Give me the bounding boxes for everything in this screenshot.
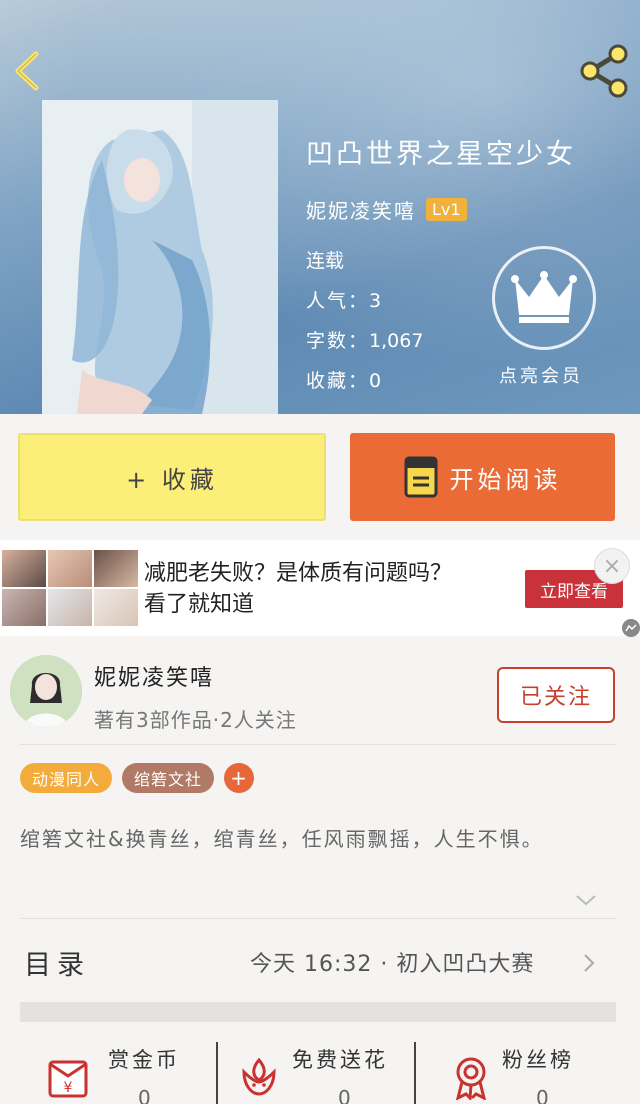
stat-popularity: 人气：3 xyxy=(306,286,381,313)
toc-label: 目录 xyxy=(24,950,90,981)
vip-label: 点亮会员 xyxy=(499,366,583,387)
start-reading-button[interactable]: 开始阅读 xyxy=(350,433,615,521)
start-reading-label: 开始阅读 xyxy=(449,465,562,494)
chevron-right-icon xyxy=(584,954,595,972)
book-title: 凹凸世界之星空少女 xyxy=(306,139,576,170)
fan-ranking-label: 粉丝榜 xyxy=(502,1048,574,1072)
book-icon xyxy=(404,456,437,498)
section-spacer xyxy=(20,1002,616,1022)
flower-icon xyxy=(242,1057,276,1096)
book-cover[interactable] xyxy=(42,100,278,414)
stat-label: 字数： xyxy=(306,330,370,352)
ad-subline: 看了就知道 xyxy=(144,592,255,617)
ad-close-icon[interactable]: × xyxy=(594,548,630,584)
author-card-summary: 著有3部作品·2人关注 xyxy=(94,708,297,732)
stat-label: 人气： xyxy=(306,290,370,312)
send-flower-label: 免费送花 xyxy=(292,1048,388,1072)
chevron-down-icon[interactable] xyxy=(574,892,598,908)
author-name[interactable]: 妮妮凌笑嘻 xyxy=(306,195,416,224)
divider xyxy=(216,1042,218,1104)
reward-coins-value: 0 xyxy=(138,1086,151,1104)
share-icon[interactable] xyxy=(578,44,632,98)
collect-label: + 收藏 xyxy=(126,465,218,494)
avatar-image xyxy=(10,655,82,727)
send-flower-value: 0 xyxy=(338,1086,351,1104)
stat-word-count: 字数：1,067 xyxy=(306,326,423,353)
fan-ranking-value: 0 xyxy=(536,1086,549,1104)
tag-list: 动漫同人 绾箬文社 + xyxy=(20,763,255,793)
cover-illustration xyxy=(42,100,278,414)
add-tag-button[interactable]: + xyxy=(224,763,255,793)
stat-value: 0 xyxy=(369,370,382,392)
vip-button[interactable]: 点亮会员 xyxy=(492,246,596,390)
stat-value: 3 xyxy=(369,290,382,312)
vip-ring xyxy=(492,246,596,350)
level-badge: Lv1 xyxy=(426,197,467,221)
svg-text:¥: ¥ xyxy=(64,1080,73,1096)
stat-value: 1,067 xyxy=(369,330,424,352)
author-card-name[interactable]: 妮妮凌笑嘻 xyxy=(94,660,214,692)
divider xyxy=(20,744,616,745)
stat-favorites: 收藏：0 xyxy=(306,366,381,393)
red-envelope-icon: ¥ xyxy=(48,1060,88,1098)
tag-item[interactable]: 绾箬文社 xyxy=(122,763,215,793)
reward-coins-label: 赏金币 xyxy=(108,1048,180,1072)
tag-item[interactable]: 动漫同人 xyxy=(20,763,113,793)
latest-chapter: 今天 16:32 · 初入凹凸大赛 xyxy=(250,952,535,977)
stat-label: 收藏： xyxy=(306,370,370,392)
serial-status: 连载 xyxy=(306,250,345,272)
fan-ranking-button[interactable]: 粉丝榜 0 xyxy=(448,1040,640,1104)
ad-mark-glyph xyxy=(625,624,637,632)
book-header: 凹凸世界之星空少女 妮妮凌笑嘻 Lv1 连载 人气：3 字数：1,067 收藏：… xyxy=(0,0,640,414)
medal-icon xyxy=(455,1057,487,1100)
author-line: 妮妮凌笑嘻 Lv1 xyxy=(306,194,467,224)
ad-image xyxy=(2,550,138,626)
avatar[interactable] xyxy=(10,655,82,727)
follow-button[interactable]: 已关注 xyxy=(497,667,615,723)
divider xyxy=(414,1042,416,1104)
crown-icon xyxy=(511,271,577,323)
book-description: 绾箬文社&换青丝，绾青丝，任风雨飘摇，人生不惧。 xyxy=(20,827,544,851)
divider xyxy=(20,918,616,919)
ad-headline: 减肥老失败？是体质有问题吗？ xyxy=(144,561,453,586)
ad-mark-icon xyxy=(622,619,640,637)
chevron-left-icon[interactable] xyxy=(10,48,44,94)
send-flower-button[interactable]: 免费送花 0 xyxy=(236,1040,436,1104)
collect-button[interactable]: + 收藏 xyxy=(18,433,326,521)
ad-text: 减肥老失败？是体质有问题吗？ 看了就知道 xyxy=(144,558,504,620)
